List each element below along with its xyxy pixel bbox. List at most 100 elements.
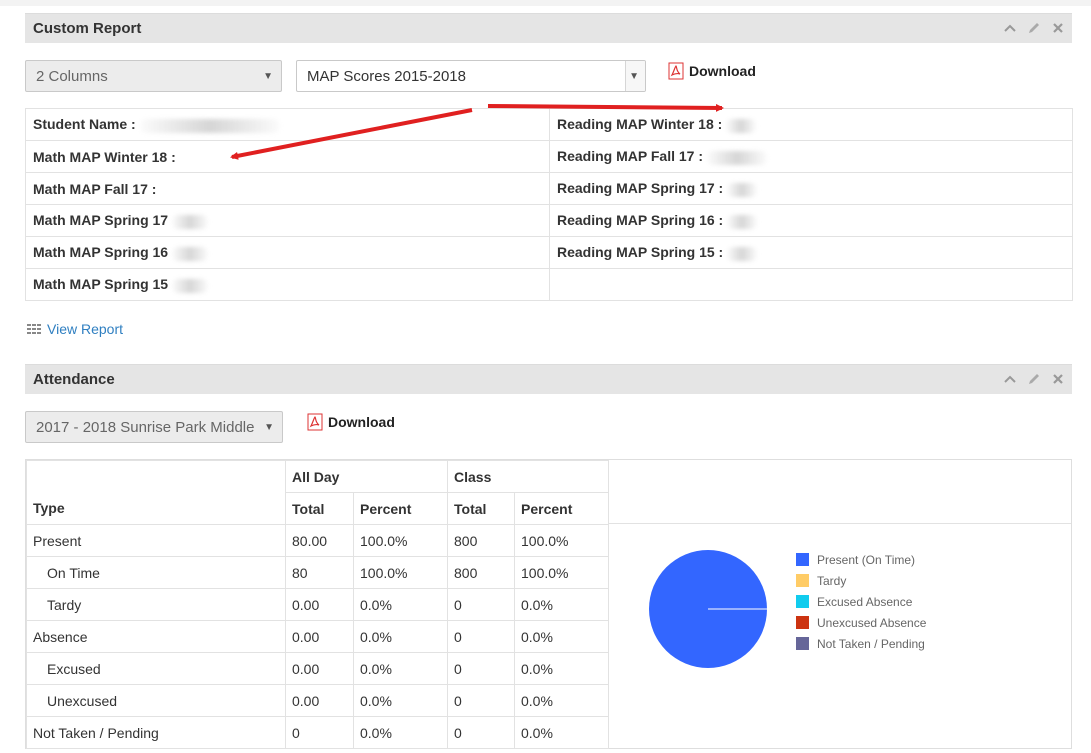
cell: 800 — [447, 556, 515, 589]
header-cell-empty — [26, 460, 286, 493]
pdf-icon — [307, 413, 323, 431]
cell: 0 — [447, 684, 515, 717]
cell: 100.0% — [353, 556, 448, 589]
dropdown-arrow-icon: ▼ — [629, 71, 639, 82]
cell: 0.00 — [285, 620, 354, 653]
legend-label: Present (On Time) — [817, 552, 916, 567]
attendance-table: All Day Class Type Total Percent Total P… — [26, 460, 610, 749]
field-label: Student Name : — [33, 116, 136, 133]
close-icon[interactable] — [1050, 20, 1066, 36]
table-row: Tardy 0.00 0.0% 0 0.0% — [26, 588, 610, 621]
cell: 0.00 — [285, 684, 354, 717]
table-row: Math MAP Fall 17 : Reading MAP Spring 17… — [25, 172, 1073, 205]
custom-report-download-button[interactable]: Download — [668, 62, 756, 80]
type-cell: Present — [26, 524, 286, 557]
type-cell: Excused — [26, 652, 286, 685]
table-row: On Time 80 100.0% 800 100.0% — [26, 556, 610, 589]
close-icon[interactable] — [1050, 371, 1066, 387]
attendance-download-button[interactable]: Download — [307, 413, 395, 431]
cell: 0.0% — [353, 652, 448, 685]
cell: 0.0% — [513, 684, 610, 717]
grid-cell: Math MAP Fall 17 : — [25, 172, 550, 205]
table-row: Excused 0.00 0.0% 0 0.0% — [26, 652, 610, 685]
type-cell: On Time — [26, 556, 286, 589]
field-label: Reading MAP Winter 18 : — [557, 116, 723, 133]
pdf-icon — [668, 62, 684, 80]
attendance-container: All Day Class Type Total Percent Total P… — [25, 459, 1072, 749]
cell: 0.0% — [513, 716, 610, 749]
pencil-icon[interactable] — [1026, 371, 1042, 387]
field-label: Reading MAP Spring 17 : — [557, 180, 724, 197]
download-label: Download — [689, 63, 756, 79]
legend-label: Unexcused Absence — [817, 615, 927, 630]
grid-cell: Math MAP Spring 17 — [25, 204, 550, 237]
cell: 0.0% — [513, 620, 610, 653]
field-label: Math MAP Fall 17 : — [33, 180, 157, 197]
table-row: Present 80.00 100.0% 800 100.0% — [26, 524, 610, 557]
field-label: Reading MAP Fall 17 : — [557, 148, 703, 165]
grid-cell: Reading MAP Winter 18 : — [549, 108, 1073, 141]
chevron-up-icon[interactable] — [1002, 371, 1018, 387]
legend-swatch — [796, 637, 809, 650]
cell: 0.00 — [285, 652, 354, 685]
pencil-icon[interactable] — [1026, 20, 1042, 36]
legend-swatch — [796, 616, 809, 629]
custom-report-header: Custom Report — [25, 13, 1072, 43]
chevron-up-icon[interactable] — [1002, 20, 1018, 36]
report-select-button[interactable]: ▼ — [625, 61, 645, 91]
attendance-header-icons — [1002, 371, 1066, 387]
legend-item: Excused Absence — [796, 591, 926, 612]
redacted-value — [171, 246, 208, 261]
grid-cell: Reading MAP Spring 16 : — [549, 204, 1073, 237]
list-icon — [27, 323, 41, 335]
school-year-select-value: 2017 - 2018 Sunrise Park Middle — [36, 419, 255, 436]
legend-label: Tardy — [817, 573, 847, 588]
field-label: Math MAP Spring 15 — [33, 276, 169, 293]
cell: 0.0% — [513, 588, 610, 621]
redacted-value — [171, 278, 208, 293]
type-cell: Unexcused — [26, 684, 286, 717]
custom-report-grid: Student Name : Reading MAP Winter 18 : M… — [25, 108, 1073, 301]
legend-item: Not Taken / Pending — [796, 633, 926, 654]
top-strip — [0, 0, 1091, 6]
cell: 0.0% — [353, 588, 448, 621]
attendance-title: Attendance — [33, 371, 115, 388]
header-total: Total — [285, 492, 354, 525]
header-type: Type — [26, 492, 286, 525]
table-row: Student Name : Reading MAP Winter 18 : — [25, 108, 1073, 141]
type-cell: Absence — [26, 620, 286, 653]
cell: 0 — [447, 652, 515, 685]
attendance-header: Attendance — [25, 364, 1072, 394]
legend-label: Not Taken / Pending — [817, 636, 925, 651]
field-label: Reading MAP Spring 16 : — [557, 212, 724, 229]
header-class: Class — [446, 460, 610, 493]
cell: 0 — [447, 620, 515, 653]
attendance-pie-chart — [649, 550, 767, 668]
grid-cell: Reading MAP Fall 17 : — [549, 140, 1073, 173]
cell: 0 — [447, 588, 515, 621]
header-total: Total — [447, 492, 515, 525]
table-row: Unexcused 0.00 0.0% 0 0.0% — [26, 684, 610, 717]
grid-cell: Reading MAP Spring 15 : — [549, 236, 1073, 269]
school-year-select[interactable]: 2017 - 2018 Sunrise Park Middle ▼ — [25, 411, 283, 443]
legend-swatch — [796, 574, 809, 587]
table-row: Absence 0.00 0.0% 0 0.0% — [26, 620, 610, 653]
grid-cell: Math MAP Spring 15 — [25, 268, 550, 301]
legend-item: Present (On Time) — [796, 549, 926, 570]
report-select[interactable]: MAP Scores 2015-2018 ▼ — [296, 60, 646, 92]
redacted-value — [139, 118, 280, 133]
cell: 0.0% — [353, 716, 448, 749]
field-label: Reading MAP Spring 15 : — [557, 244, 724, 261]
cell: 100.0% — [513, 556, 610, 589]
dropdown-arrow-icon: ▼ — [264, 422, 274, 433]
field-label: Math MAP Spring 16 — [33, 244, 169, 261]
legend-swatch — [796, 595, 809, 608]
redacted-value — [171, 214, 208, 229]
type-cell: Tardy — [26, 588, 286, 621]
cell: 0 — [447, 716, 515, 749]
type-cell: Not Taken / Pending — [26, 716, 286, 749]
columns-select[interactable]: 2 Columns ▼ — [25, 60, 282, 92]
cell: 100.0% — [353, 524, 448, 557]
view-report-link[interactable]: View Report — [27, 321, 123, 337]
cell: 100.0% — [513, 524, 610, 557]
